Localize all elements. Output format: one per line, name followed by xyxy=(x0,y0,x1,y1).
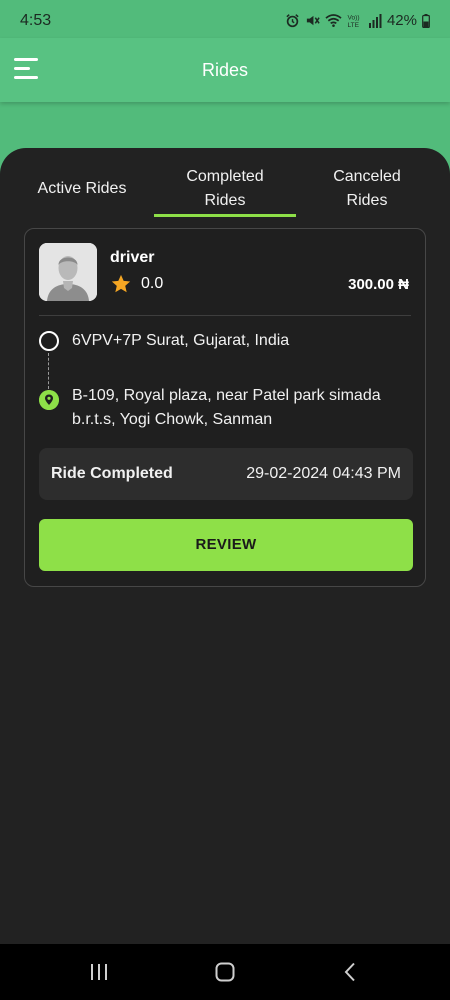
ride-card[interactable]: driver 0.0 300.00 ₦ 6VPV+7P Surat, Gujar… xyxy=(24,228,426,587)
review-button[interactable]: REVIEW xyxy=(39,519,413,571)
rides-panel: Active Rides Completed Rides Canceled Ri… xyxy=(0,148,450,944)
route-dashed-line xyxy=(48,353,49,389)
star-icon xyxy=(111,274,131,293)
tab-canceled-rides[interactable]: Canceled Rides xyxy=(300,162,434,216)
driver-name: driver xyxy=(110,249,155,266)
home-icon[interactable] xyxy=(213,960,237,984)
wifi-icon xyxy=(325,14,342,27)
ride-status-row: Ride Completed 29-02-2024 04:43 PM xyxy=(39,448,413,500)
status-icons: Vo)) LTE 42% xyxy=(285,12,430,29)
volte-icon: Vo)) LTE xyxy=(347,15,359,28)
status-bar: 4:53 Vo)) LTE 42% xyxy=(0,0,450,38)
recent-apps-icon[interactable] xyxy=(87,960,111,984)
dropoff-address: B-109, Royal plaza, near Patel park sima… xyxy=(72,387,381,428)
back-icon[interactable] xyxy=(339,960,363,984)
ride-tabs: Active Rides Completed Rides Canceled Ri… xyxy=(0,162,450,217)
tab-active-rides[interactable]: Active Rides xyxy=(22,162,142,216)
battery-icon xyxy=(422,13,430,28)
driver-photo-placeholder xyxy=(39,243,97,301)
driver-rating: 0.0 xyxy=(141,275,164,292)
svg-text:Vo)): Vo)) xyxy=(347,15,359,22)
mute-icon xyxy=(306,15,320,26)
ride-datetime: 29-02-2024 04:43 PM xyxy=(246,465,401,482)
alarm-icon xyxy=(286,14,299,28)
svg-text:LTE: LTE xyxy=(347,22,359,28)
location-pin-icon xyxy=(39,390,59,410)
page-title: Rides xyxy=(201,60,249,80)
pickup-address: 6VPV+7P Surat, Gujarat, India xyxy=(72,332,290,349)
signal-icon xyxy=(368,13,382,28)
tab-completed-rides[interactable]: Completed Rides xyxy=(154,162,296,216)
app-bar: Rides xyxy=(0,38,450,102)
system-nav-bar xyxy=(0,944,450,1000)
pickup-circle-icon xyxy=(39,331,59,351)
battery-percent: 42% xyxy=(386,12,417,29)
status-time: 4:53 xyxy=(20,12,52,29)
ride-status-label: Ride Completed xyxy=(51,465,173,482)
divider xyxy=(39,315,411,316)
active-tab-indicator xyxy=(154,214,296,217)
ride-price: 300.00 ₦ xyxy=(348,276,409,293)
driver-avatar xyxy=(39,243,97,301)
